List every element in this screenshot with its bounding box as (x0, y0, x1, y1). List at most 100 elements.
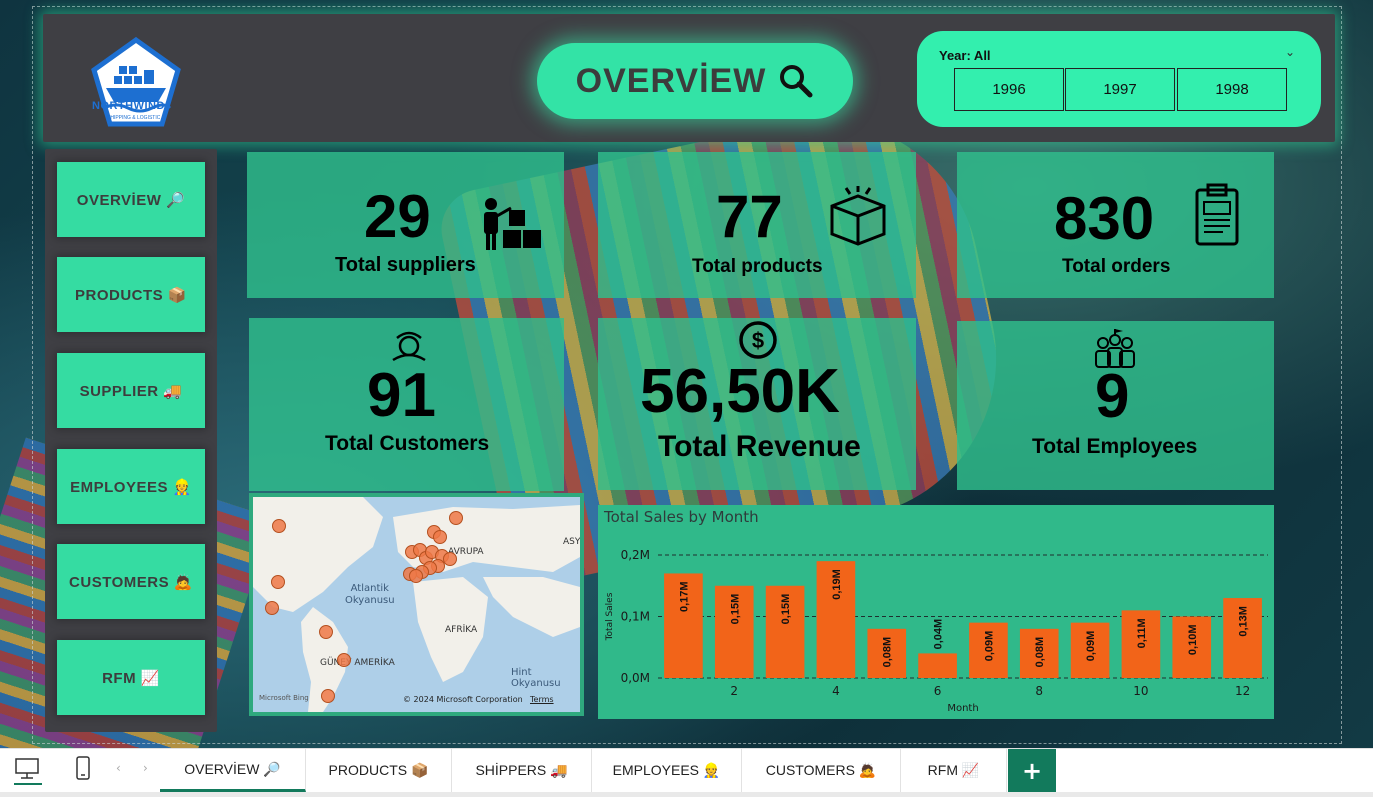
report-canvas: NORTHWIND SHIPPING & LOGISTIC OVERVİEW Y… (0, 0, 1373, 748)
x-tick-label: 8 (1035, 684, 1043, 698)
box-icon (830, 186, 886, 246)
kpi-card-suppliers: 29 Total suppliers (247, 152, 564, 298)
kpi-card-employees: 9 Total Employees (957, 321, 1274, 490)
chevron-down-icon[interactable]: ⌄ (1285, 45, 1295, 59)
map-marker[interactable] (272, 519, 286, 533)
page-title-pill: OVERVİEW (537, 43, 853, 119)
kpi-revenue-value: 56,50K (640, 357, 840, 426)
kpi-card-products: 77 Total products (598, 152, 916, 298)
map-marker[interactable] (433, 530, 447, 544)
x-tick-label: 10 (1133, 684, 1148, 698)
bar-data-label: 0,09M (1085, 631, 1097, 662)
map-label-indian-ocean: Hint Okyanusu (511, 667, 561, 689)
bar-data-label: 0,19M (831, 569, 843, 600)
desktop-view-icon[interactable] (14, 757, 40, 781)
map-marker[interactable] (319, 625, 333, 639)
nav-customers-button[interactable]: CUSTOMERS 🙇 (57, 544, 205, 619)
y-tick-label: 0,1M (621, 610, 650, 624)
bar-data-label: 0,11M (1136, 618, 1148, 648)
desktop-view-indicator (14, 783, 42, 785)
add-page-button[interactable]: + (1008, 749, 1056, 792)
kpi-products-value: 77 (716, 183, 783, 250)
x-tick-label: 2 (730, 684, 738, 698)
next-page-icon[interactable]: › (143, 761, 148, 775)
year-slicer[interactable]: Year: All ⌄ 1996 1997 1998 (917, 31, 1321, 127)
year-option-1996[interactable]: 1996 (954, 68, 1064, 111)
nav-supplier-button[interactable]: SUPPLIER 🚚 (57, 353, 205, 428)
kpi-orders-value: 830 (1054, 185, 1155, 252)
bar-data-label: 0,09M (983, 631, 995, 662)
bottom-strip (0, 792, 1373, 797)
map-terms-link[interactable]: Terms (530, 695, 554, 704)
bar-data-label: 0,08M (1034, 637, 1046, 668)
customer-map[interactable]: Atlantik Okyanusu AVRUPA ASY AFRİKA GÜNE… (249, 493, 584, 716)
search-icon (780, 65, 813, 98)
bar-data-label: 0,08M (882, 637, 894, 668)
x-axis-label: Month (947, 703, 978, 714)
kpi-customers-value: 91 (367, 361, 436, 430)
tab-customers[interactable]: CUSTOMERS 🙇 (742, 749, 901, 792)
map-copyright: © 2024 Microsoft Corporation (403, 695, 523, 704)
kpi-products-label: Total products (692, 256, 823, 277)
kpi-revenue-label: Total Revenue (658, 430, 861, 463)
y-tick-label: 0,2M (621, 548, 650, 562)
nav-products-button[interactable]: PRODUCTS 📦 (57, 257, 205, 332)
dollar-coin-icon: $ (739, 321, 777, 359)
year-option-1997[interactable]: 1997 (1065, 68, 1175, 111)
y-axis-label: Total Sales (605, 592, 615, 641)
logo-subtext: SHIPPING & LOGISTIC (107, 115, 161, 121)
nav-overview-button[interactable]: OVERVİEW 🔎 (57, 162, 205, 237)
kpi-orders-label: Total orders (1062, 256, 1171, 277)
map-label-asia: ASY (563, 537, 581, 547)
kpi-suppliers-value: 29 (364, 183, 431, 250)
kpi-customers-label: Total Customers (325, 432, 490, 455)
y-tick-label: 0,0M (621, 671, 650, 685)
page-title: OVERVİEW (575, 61, 767, 100)
clipboard-icon (1195, 183, 1239, 246)
map-label-africa: AFRİKA (445, 625, 478, 635)
map-marker[interactable] (265, 601, 279, 615)
sales-bar-chart[interactable]: 0,0M 0,1M 0,2M Total Sales 0,17M 0,15M 0,15M 0,… (598, 505, 1274, 719)
sales-chart-card: Total Sales by Month 0,0M 0,1M 0,2M Total S… (598, 505, 1274, 719)
x-tick-label: 12 (1235, 684, 1250, 698)
kpi-employees-label: Total Employees (1032, 435, 1198, 458)
tab-employees[interactable]: EMPLOYEES 👷 (592, 749, 742, 792)
tab-overview[interactable]: OVERVİEW 🔎 (160, 749, 306, 792)
tab-shippers[interactable]: SHİPPERS 🚚 (452, 749, 592, 792)
map-marker[interactable] (321, 689, 335, 703)
year-slicer-label: Year: All (939, 48, 991, 63)
supplier-boxes-icon (484, 198, 541, 250)
kpi-card-orders: 830 Total orders (957, 152, 1274, 298)
bar-data-label: 0,04M (933, 619, 945, 650)
map-marker[interactable] (443, 552, 457, 566)
chart-bar[interactable] (918, 653, 957, 678)
map-marker[interactable] (271, 575, 285, 589)
kpi-card-customers: 91 Total Customers (249, 318, 564, 491)
map-marker[interactable] (409, 569, 423, 583)
map-label-south-america: GÜNEY AMERİKA (320, 658, 395, 668)
kpi-card-revenue: $ 56,50K Total Revenue (598, 318, 916, 490)
map-label-atlantic: Atlantik Okyanusu (345, 583, 395, 606)
kpi-employees-value: 9 (1095, 362, 1130, 431)
tab-rfm[interactable]: RFM 📈 (901, 749, 1007, 792)
map-marker[interactable] (449, 511, 463, 525)
bar-data-label: 0,15M (729, 594, 741, 625)
x-tick-label: 6 (934, 684, 942, 698)
bar-data-label: 0,13M (1238, 606, 1250, 637)
page-tabs-bar: ‹ › OVERVİEW 🔎 PRODUCTS 📦 SHİPPERS 🚚 EMP… (0, 748, 1373, 797)
year-option-1998[interactable]: 1998 (1177, 68, 1287, 111)
logo-text: NORTHWIND (92, 100, 165, 112)
map-marker[interactable] (337, 653, 351, 667)
mobile-view-icon[interactable] (74, 755, 92, 781)
x-tick-label: 4 (832, 684, 840, 698)
prev-page-icon[interactable]: ‹ (116, 761, 121, 775)
nav-rfm-button[interactable]: RFM 📈 (57, 640, 205, 715)
bar-data-label: 0,10M (1187, 625, 1199, 656)
bar-data-label: 0,17M (678, 581, 690, 612)
tab-products[interactable]: PRODUCTS 📦 (306, 749, 452, 792)
bar-data-label: 0,15M (780, 594, 792, 625)
nav-employees-button[interactable]: EMPLOYEES 👷 (57, 449, 205, 524)
svg-text:$: $ (752, 328, 764, 353)
kpi-suppliers-label: Total suppliers (335, 254, 476, 276)
bing-logo: Microsoft Bing (259, 694, 309, 702)
